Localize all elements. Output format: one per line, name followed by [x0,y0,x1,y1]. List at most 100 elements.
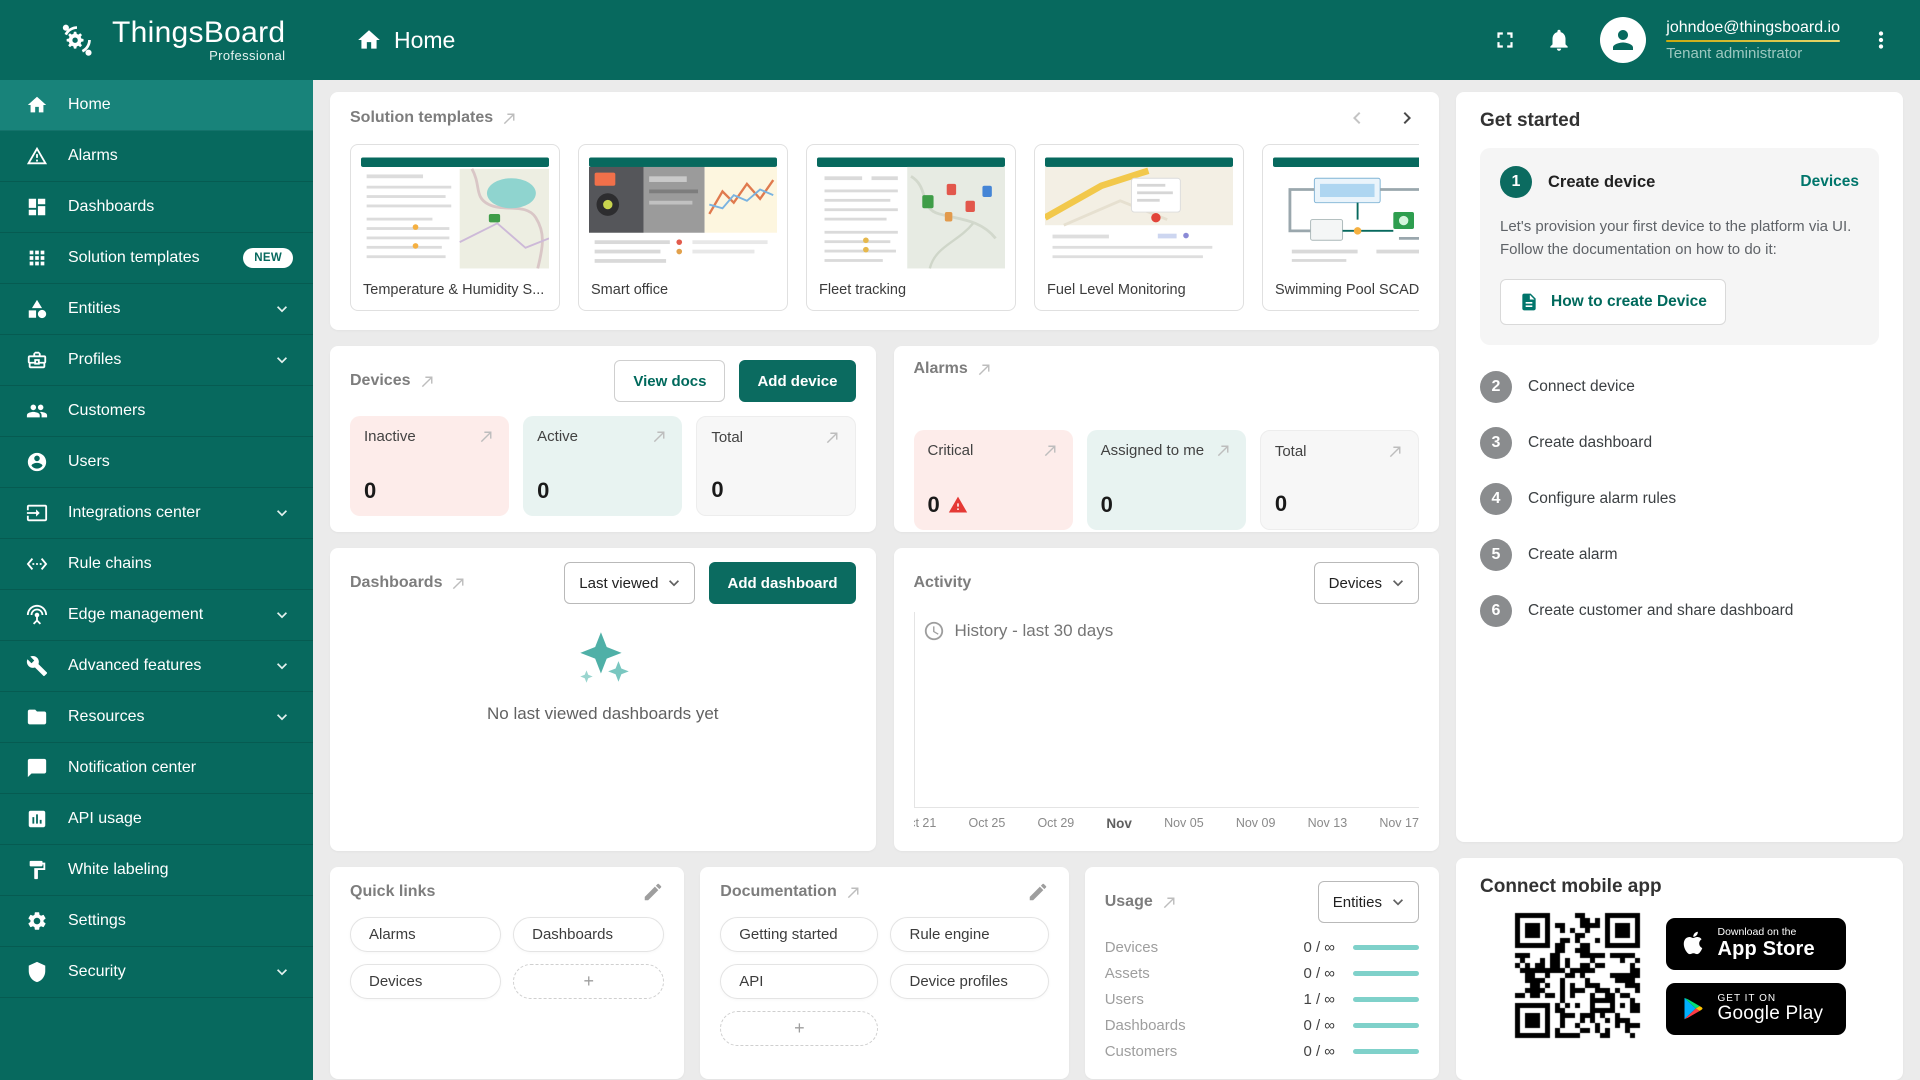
fullscreen-icon[interactable] [1492,27,1518,53]
home-icon [26,94,48,116]
template-card-label: Swimming Pool SCADA sy... [1273,272,1419,310]
dashboards-filter-select[interactable]: Last viewed [564,562,695,604]
how-to-create-device-button[interactable]: How to create Device [1500,279,1726,325]
notifications-bell-icon[interactable] [1546,27,1572,53]
sidebar-item-entities[interactable]: Entities [0,284,313,335]
get-started-step-6[interactable]: 6 Create customer and share dashboard [1480,595,1879,627]
template-thumbnail [589,154,777,272]
chevron-down-icon [271,656,293,676]
sidebar-item-dashboards[interactable]: Dashboards [0,182,313,233]
open-link-icon [1387,443,1404,460]
get-started-panel: Get started 1 Create device Devices Let'… [1456,92,1903,842]
doc-link-getting-started[interactable]: Getting started [720,917,878,952]
template-thumbnail [817,154,1005,272]
connect-mobile-app-panel: Connect mobile app Download on the [1456,858,1903,1080]
quick-link-alarms[interactable]: Alarms [350,917,501,952]
doc-link-device-profiles[interactable]: Device profiles [890,964,1048,999]
step-number: 5 [1480,539,1512,571]
google-play-badge[interactable]: GET IT ON Google Play [1666,983,1846,1035]
quick-link-devices[interactable]: Devices [350,964,501,999]
topbar: ThingsBoard Professional Home johndoe@th… [0,0,1920,80]
template-card-fuel-level[interactable]: Fuel Level Monitoring [1034,144,1244,311]
gear-icon [26,910,48,932]
alarms-critical-card[interactable]: Critical 0 [914,430,1073,530]
carousel-next-icon[interactable] [1395,106,1419,130]
edit-pencil-icon[interactable] [642,881,664,903]
get-started-step-5[interactable]: 5 Create alarm [1480,539,1879,571]
thingsboard-logo[interactable]: ThingsBoard Professional [54,17,285,64]
chevron-down-icon [271,605,293,625]
more-menu-icon[interactable] [1868,27,1894,53]
carousel-prev-icon[interactable] [1345,106,1369,130]
activity-x-axis: Oct 21 Oct 25 Oct 29 Nov Nov 05 Nov 09 N… [914,816,1420,831]
main-content: Solution templates [313,80,1920,1080]
sidebar-item-users[interactable]: Users [0,437,313,488]
devices-panel-title: Devices [350,372,436,390]
sidebar-item-edge-management[interactable]: Edge management [0,590,313,641]
get-started-title: Get started [1480,110,1879,132]
quick-link-dashboards[interactable]: Dashboards [513,917,664,952]
add-quick-link-button[interactable]: + [513,964,664,999]
account-circle-icon [26,451,48,473]
alarms-assigned-card[interactable]: Assigned to me 0 [1087,430,1246,530]
sidebar-item-white-labeling[interactable]: White labeling [0,845,313,896]
get-started-step-4[interactable]: 4 Configure alarm rules [1480,483,1879,515]
sidebar-item-api-usage[interactable]: API usage [0,794,313,845]
user-info[interactable]: johndoe@thingsboard.io Tenant administra… [1666,19,1840,62]
sidebar-item-integrations-center[interactable]: Integrations center [0,488,313,539]
open-link-icon[interactable] [976,361,993,378]
devices-inactive-card[interactable]: Inactive 0 [350,416,509,516]
sidebar-item-resources[interactable]: Resources [0,692,313,743]
devices-active-card[interactable]: Active 0 [523,416,682,516]
open-link-icon[interactable] [845,884,862,901]
doc-link-rule-engine[interactable]: Rule engine [890,917,1048,952]
get-started-step-1: 1 Create device Devices Let's provision … [1480,148,1879,345]
step-number: 2 [1480,371,1512,403]
template-card-smart-office[interactable]: Smart office [578,144,788,311]
edit-pencil-icon[interactable] [1027,881,1049,903]
template-card-swimming-pool-scada[interactable]: Swimming Pool SCADA sy... [1262,144,1419,311]
integration-icon [26,502,48,524]
open-link-icon[interactable] [419,373,436,390]
sparkles-icon [570,630,636,688]
dashboards-panel: Dashboards Last viewed Add dashboard [330,548,876,851]
get-started-step-3[interactable]: 3 Create dashboard [1480,427,1879,459]
add-device-button[interactable]: Add device [739,360,855,402]
open-link-icon [1042,442,1059,459]
sidebar-item-notification-center[interactable]: Notification center [0,743,313,794]
step-label: Create device [1548,173,1655,192]
category-icon [26,298,48,320]
open-link-icon [824,429,841,446]
add-doc-link-button[interactable]: + [720,1011,878,1046]
sidebar-item-solution-templates[interactable]: Solution templates NEW [0,233,313,284]
alarms-total-card[interactable]: Total 0 [1260,430,1419,530]
view-docs-button[interactable]: View docs [614,360,725,402]
open-link-icon[interactable] [1161,894,1178,911]
sidebar-item-settings[interactable]: Settings [0,896,313,947]
sidebar-item-profiles[interactable]: Profiles [0,335,313,386]
dashboards-icon [26,196,48,218]
activity-filter-select[interactable]: Devices [1314,562,1419,604]
apple-icon [1680,930,1707,957]
devices-link[interactable]: Devices [1800,173,1859,191]
sidebar-item-home[interactable]: Home [0,80,313,131]
template-card-fleet-tracking[interactable]: Fleet tracking [806,144,1016,311]
usage-bar [1353,971,1419,976]
sidebar-item-alarms[interactable]: Alarms [0,131,313,182]
add-dashboard-button[interactable]: Add dashboard [709,562,855,604]
doc-link-api[interactable]: API [720,964,878,999]
sidebar-item-security[interactable]: Security [0,947,313,998]
template-card-temperature-humidity[interactable]: Temperature & Humidity S... [350,144,560,311]
sidebar-item-customers[interactable]: Customers [0,386,313,437]
get-started-step-2[interactable]: 2 Connect device [1480,371,1879,403]
sidebar-item-advanced-features[interactable]: Advanced features [0,641,313,692]
open-link-icon[interactable] [501,110,518,127]
devices-total-card[interactable]: Total 0 [696,416,855,516]
avatar[interactable] [1600,17,1646,63]
sidebar-item-rule-chains[interactable]: Rule chains [0,539,313,590]
usage-row-dashboards: Dashboards0 / ∞ [1105,1017,1419,1034]
usage-filter-select[interactable]: Entities [1318,881,1419,923]
app-store-badge[interactable]: Download on the App Store [1666,918,1846,970]
template-thumbnail [1045,154,1233,272]
open-link-icon[interactable] [450,575,467,592]
